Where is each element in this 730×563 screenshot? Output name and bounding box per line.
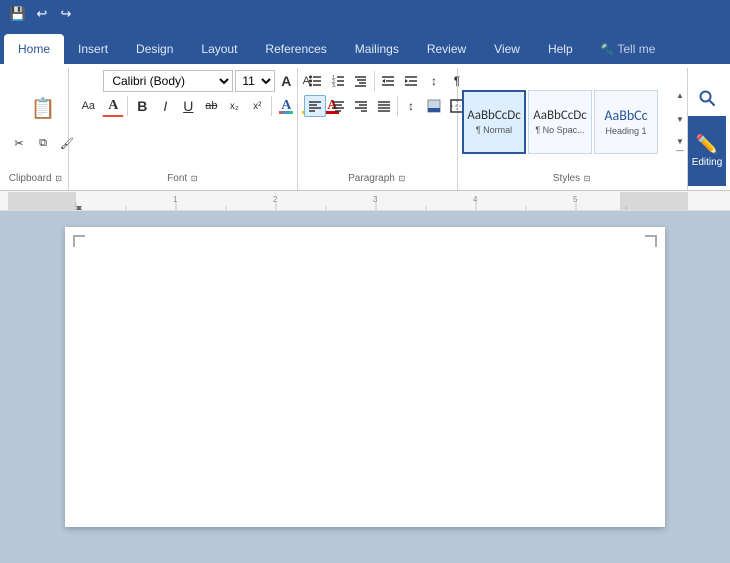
- decrease-indent-button[interactable]: [377, 70, 399, 92]
- style-heading1[interactable]: AaBbCc Heading 1: [594, 90, 658, 154]
- right-area: ✏️ Editing: [688, 68, 726, 190]
- tab-view[interactable]: View: [480, 34, 534, 64]
- increase-indent-button[interactable]: [400, 70, 422, 92]
- tab-home[interactable]: Home: [4, 34, 64, 64]
- style-heading1-name: Heading 1: [605, 126, 646, 136]
- svg-text:2: 2: [273, 195, 278, 204]
- copy-button[interactable]: ⧉: [32, 133, 54, 155]
- tab-bar: Home Insert Design Layout References Mai…: [0, 28, 730, 64]
- svg-text:4: 4: [473, 195, 478, 204]
- style-normal[interactable]: AaBbCcDc ¶ Normal: [462, 90, 526, 154]
- bullets-button[interactable]: [304, 70, 326, 92]
- subscript-button[interactable]: x₂: [223, 95, 245, 117]
- case-button[interactable]: Aa: [75, 95, 101, 117]
- corner-mark-top-left: [73, 235, 85, 247]
- style-no-spacing-preview: AaBbCcDc: [533, 108, 587, 123]
- styles-scroll-arrows: ▲ ▼ ▼—: [672, 84, 688, 160]
- styles-group: AaBbCcDc ¶ Normal AaBbCcDc ¶ No Spac... …: [458, 68, 688, 190]
- svg-text:5: 5: [573, 195, 578, 204]
- styles-scroll-up[interactable]: ▲: [672, 84, 688, 108]
- svg-text:3.: 3.: [332, 83, 336, 88]
- clipboard-label: Clipboard ⊡: [8, 171, 64, 186]
- font-expander[interactable]: ⊡: [189, 174, 199, 184]
- tab-layout[interactable]: Layout: [187, 34, 251, 64]
- document-page[interactable]: [65, 227, 665, 527]
- styles-scroll-down[interactable]: ▼: [672, 108, 688, 132]
- multilevel-list-button[interactable]: [350, 70, 372, 92]
- paragraph-expander[interactable]: ⊡: [397, 174, 407, 184]
- font-grow-button[interactable]: A: [277, 72, 295, 90]
- tab-mailings[interactable]: Mailings: [341, 34, 413, 64]
- redo-button[interactable]: ↪: [56, 4, 76, 24]
- align-right-button[interactable]: [350, 95, 372, 117]
- tab-design[interactable]: Design: [122, 34, 187, 64]
- style-no-spacing[interactable]: AaBbCcDc ¶ No Spac...: [528, 90, 592, 154]
- tab-tellme[interactable]: 🔦 Tell me: [587, 34, 670, 64]
- tab-references[interactable]: References: [251, 34, 340, 64]
- svg-text:1: 1: [173, 195, 178, 204]
- paste-button[interactable]: 📋: [27, 89, 59, 129]
- style-normal-name: ¶ Normal: [476, 125, 512, 135]
- ruler: 1 2 3 4 5: [0, 191, 730, 211]
- ribbon: 📋 ✂ ⧉ 🖌 Clipboard ⊡ Calibri (Body) 11 A: [0, 64, 730, 191]
- align-center-button[interactable]: [327, 95, 349, 117]
- styles-expander[interactable]: ⊡: [582, 174, 592, 184]
- sort-button[interactable]: ↕: [423, 70, 445, 92]
- tab-review[interactable]: Review: [413, 34, 480, 64]
- font-group: Calibri (Body) 11 A A Aa A B I U ab x₂ x: [69, 68, 298, 190]
- search-button[interactable]: [689, 80, 725, 116]
- paragraph-group-label: Paragraph ⊡: [304, 171, 451, 186]
- line-spacing-button[interactable]: ↕: [400, 95, 422, 117]
- corner-mark-top-right: [645, 235, 657, 247]
- font-size-select[interactable]: 11: [235, 70, 275, 92]
- font-group-label: Font ⊡: [75, 171, 291, 186]
- paragraph-group: 1.2.3. ↕ ¶: [298, 68, 458, 190]
- clipboard-group: 📋 ✂ ⧉ 🖌 Clipboard ⊡: [4, 68, 69, 190]
- save-button[interactable]: 💾: [8, 4, 28, 24]
- cut-button[interactable]: ✂: [8, 133, 30, 155]
- clear-format-button[interactable]: A: [102, 95, 124, 117]
- shading-button[interactable]: [423, 95, 445, 117]
- style-heading1-preview: AaBbCc: [604, 107, 647, 124]
- styles-group-label: Styles ⊡: [462, 171, 683, 186]
- clipboard-expander[interactable]: ⊡: [54, 174, 64, 184]
- style-normal-preview: AaBbCcDc: [467, 108, 521, 123]
- undo-button[interactable]: ↩: [32, 4, 52, 24]
- svg-text:3: 3: [373, 195, 378, 204]
- bold-button[interactable]: B: [131, 95, 153, 117]
- strikethrough-button[interactable]: ab: [200, 95, 222, 117]
- styles-more-button[interactable]: ▼—: [672, 132, 688, 160]
- tab-insert[interactable]: Insert: [64, 34, 122, 64]
- quick-access-toolbar: 💾 ↩ ↪: [0, 0, 730, 28]
- numbering-button[interactable]: 1.2.3.: [327, 70, 349, 92]
- editing-button[interactable]: ✏️ Editing: [688, 116, 726, 186]
- italic-button[interactable]: I: [154, 95, 176, 117]
- font-name-select[interactable]: Calibri (Body): [103, 70, 233, 92]
- style-no-spacing-name: ¶ No Spac...: [535, 125, 584, 135]
- styles-gallery: AaBbCcDc ¶ Normal AaBbCcDc ¶ No Spac... …: [462, 86, 672, 158]
- superscript-button[interactable]: x²: [246, 95, 268, 117]
- text-effects-button[interactable]: A: [275, 95, 297, 117]
- tab-help[interactable]: Help: [534, 34, 587, 64]
- align-left-button[interactable]: [304, 95, 326, 117]
- document-area: [0, 211, 730, 563]
- underline-button[interactable]: U: [177, 95, 199, 117]
- justify-button[interactable]: [373, 95, 395, 117]
